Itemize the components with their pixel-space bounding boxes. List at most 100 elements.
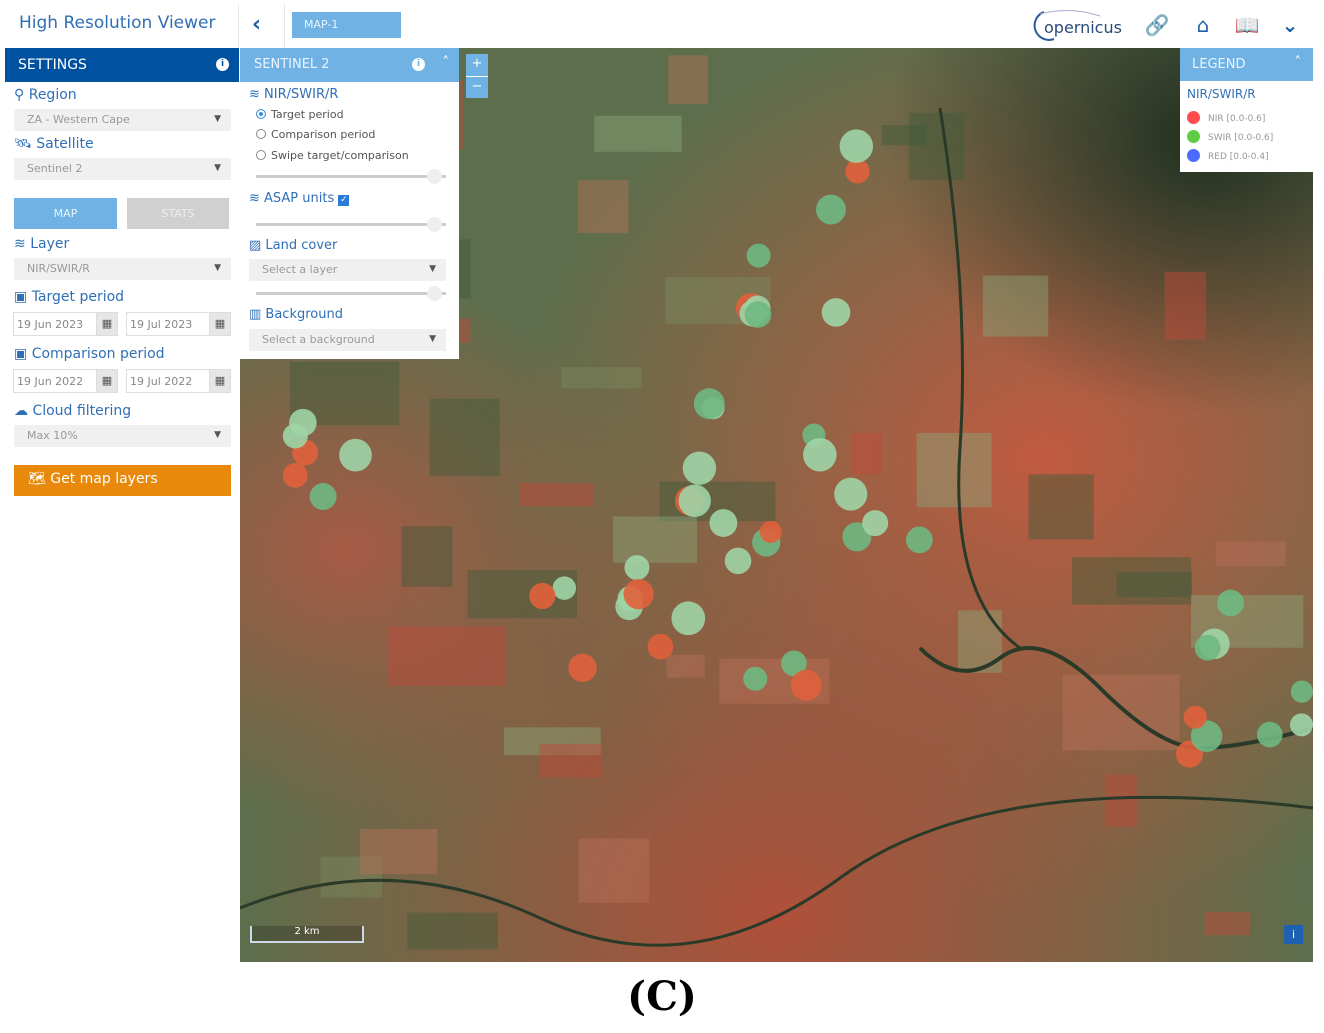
get-map-layers-button[interactable]: 🗺 Get map layers xyxy=(14,465,231,496)
field-parcel xyxy=(429,398,500,477)
asap-checkbox[interactable]: ✓ xyxy=(338,195,350,206)
radio-comparison-period[interactable]: Comparison period xyxy=(256,128,375,141)
satellite-label: 🛰 Satellite xyxy=(14,136,94,152)
divider xyxy=(284,4,285,48)
pivot-field xyxy=(1256,721,1283,748)
map-tab-button[interactable]: MAP xyxy=(14,198,117,229)
land-cover-text: Land cover xyxy=(265,238,338,253)
legend-panel: LEGEND ˄ NIR/SWIR/R NIR [0.0-0.6] SWIR [0… xyxy=(1180,48,1313,172)
dropdown-arrow-icon: ▼ xyxy=(214,163,221,173)
map-info-button[interactable]: i xyxy=(1284,925,1303,944)
figure-caption: (C) xyxy=(627,973,697,1020)
field-parcel xyxy=(1216,541,1286,567)
target-from-input[interactable]: 19 Jun 2023 xyxy=(13,312,97,336)
land-cover-slider[interactable] xyxy=(256,286,446,301)
comparison-period-label: ▣ Comparison period xyxy=(14,346,165,362)
calendar-picker-icon[interactable]: ▦ xyxy=(209,369,231,393)
field-parcel xyxy=(594,115,682,152)
settings-title: SETTINGS xyxy=(18,57,87,73)
info-icon[interactable]: i xyxy=(216,58,229,71)
radio-checked[interactable] xyxy=(256,109,266,119)
field-parcel xyxy=(1164,271,1206,340)
layer-select[interactable]: NIR/SWIR/R ▼ xyxy=(14,258,231,280)
legend-item-label: RED [0.0-0.4] xyxy=(1208,152,1269,162)
settings-header: SETTINGS i xyxy=(5,48,239,82)
calendar-icon: ▣ xyxy=(14,289,32,305)
layers-icon: ≋ xyxy=(249,191,265,206)
chevron-up-icon[interactable]: ˄ xyxy=(443,55,450,70)
land-cover-select[interactable]: Select a layer ▼ xyxy=(249,259,446,281)
comparison-from-input[interactable]: 19 Jun 2022 xyxy=(13,369,97,393)
slider-handle[interactable] xyxy=(427,286,442,301)
legend-header[interactable]: LEGEND ˄ xyxy=(1180,48,1313,81)
info-icon[interactable]: i xyxy=(412,58,425,71)
cloud-select[interactable]: Max 10% ▼ xyxy=(14,425,231,447)
pivot-field xyxy=(339,438,372,472)
satellite-value: Sentinel 2 xyxy=(27,162,83,175)
home-icon[interactable]: ⌂ xyxy=(1183,8,1223,42)
field-parcel xyxy=(1028,474,1094,540)
dropdown-arrow-icon: ▼ xyxy=(429,264,436,274)
legend-item-label: NIR [0.0-0.6] xyxy=(1208,114,1266,124)
pivot-field xyxy=(724,547,752,575)
background-text: Background xyxy=(265,307,343,322)
asap-label-text: ASAP units xyxy=(264,191,335,206)
map-icon: ▥ xyxy=(249,307,266,322)
region-select[interactable]: ZA - Western Cape ▼ xyxy=(14,109,231,131)
chevron-up-icon[interactable]: ˄ xyxy=(1295,55,1302,70)
dropdown-arrow-icon: ▼ xyxy=(214,430,221,440)
blue-dot-icon xyxy=(1187,149,1200,162)
layer-heading: ≋ NIR/SWIR/R xyxy=(249,87,338,102)
field-parcel xyxy=(539,743,602,778)
calendar-picker-icon[interactable]: ▦ xyxy=(96,369,118,393)
field-parcel xyxy=(401,526,453,587)
comparison-to-input[interactable]: 19 Jul 2022 xyxy=(126,369,210,393)
pivot-field xyxy=(821,298,851,327)
pivot-field xyxy=(803,437,837,472)
slider-handle[interactable] xyxy=(427,217,442,232)
link-icon[interactable]: 🔗 xyxy=(1137,8,1177,42)
region-value: ZA - Western Cape xyxy=(27,113,130,126)
background-placeholder: Select a background xyxy=(262,333,375,346)
region-label-text: Region xyxy=(28,87,77,103)
zoom-out-button[interactable]: − xyxy=(466,76,488,98)
field-parcel xyxy=(577,180,629,234)
radio-swipe[interactable]: Swipe target/comparison xyxy=(256,149,409,162)
pivot-field xyxy=(743,666,768,691)
calendar-picker-icon[interactable]: ▦ xyxy=(209,312,231,336)
satellite-select[interactable]: Sentinel 2 ▼ xyxy=(14,158,231,180)
field-parcel xyxy=(387,626,507,686)
radio-unchecked[interactable] xyxy=(256,129,266,139)
pivot-field xyxy=(693,388,725,420)
radio-target-period[interactable]: Target period xyxy=(256,108,344,121)
legend-item: NIR [0.0-0.6] xyxy=(1187,111,1265,124)
stats-tab-button[interactable]: STATS xyxy=(127,198,229,229)
pivot-field xyxy=(623,579,654,610)
radio-unchecked[interactable] xyxy=(256,150,266,160)
opacity-slider[interactable] xyxy=(256,169,446,184)
reader-icon[interactable]: 📖 xyxy=(1227,8,1267,42)
zoom-in-button[interactable]: + xyxy=(466,54,488,76)
background-select[interactable]: Select a background ▼ xyxy=(249,329,446,351)
field-parcel xyxy=(850,432,882,475)
collapse-panel-button[interactable]: ‹ xyxy=(252,12,261,37)
target-period-label: ▣ Target period xyxy=(14,289,124,305)
app-title: High Resolution Viewer xyxy=(19,13,216,33)
field-parcel xyxy=(359,828,438,875)
target-to-input[interactable]: 19 Jul 2023 xyxy=(126,312,210,336)
pivot-field xyxy=(906,526,933,554)
sentinel-panel-header[interactable]: SENTINEL 2 i ˄ xyxy=(240,48,459,82)
comparison-label-text: Comparison period xyxy=(31,346,165,362)
field-parcel xyxy=(1204,912,1251,936)
green-dot-icon xyxy=(1187,130,1200,143)
pivot-field xyxy=(709,509,738,537)
slider-handle[interactable] xyxy=(427,169,442,184)
tab-map-1[interactable]: MAP-1 xyxy=(292,12,401,38)
pivot-field xyxy=(682,451,717,485)
calendar-picker-icon[interactable]: ▦ xyxy=(96,312,118,336)
land-cover-label: ▨ Land cover xyxy=(249,238,337,253)
chevron-down-icon[interactable]: ⌄ xyxy=(1270,8,1310,42)
field-parcel xyxy=(1072,557,1192,605)
asap-opacity-slider[interactable] xyxy=(256,217,446,232)
field-parcel xyxy=(519,483,594,507)
